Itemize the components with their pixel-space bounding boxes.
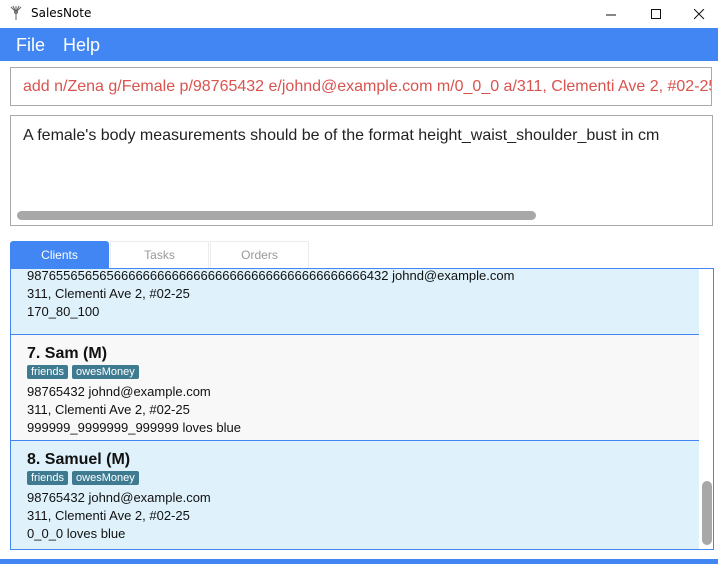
menu-help[interactable]: Help [63,35,100,56]
close-button[interactable] [676,0,718,28]
vertical-scrollbar[interactable] [701,269,713,549]
flower-icon [10,5,22,20]
tab-clients[interactable]: Clients [10,241,109,268]
client-address: 311, Clementi Ave 2, #02-25 [27,286,190,301]
status-bar [0,559,718,564]
title-bar: SalesNote [0,0,718,28]
client-card[interactable]: 8. Samuel (M) friends owesMoney 98765432… [11,441,699,549]
menu-file[interactable]: File [16,35,45,56]
client-address: 311, Clementi Ave 2, #02-25 [27,402,190,417]
vertical-scrollbar-thumb[interactable] [702,481,712,545]
client-card[interactable]: 7. Sam (M) friends owesMoney 98765432 jo… [11,335,699,441]
client-list: 9876556565656666666666666666666666666666… [10,268,714,550]
client-measurements: 170_80_100 [27,304,100,319]
result-text: A female's body measurements should be o… [23,127,660,144]
client-phone-email: 98765432 johnd@example.com [27,490,211,505]
client-tags: friends owesMoney [27,471,139,485]
command-input[interactable]: add n/Zena g/Female p/98765432 e/johnd@e… [10,67,712,106]
menu-bar: File Help [0,28,718,61]
tag-badge: owesMoney [72,471,139,485]
tag-badge: owesMoney [72,365,139,379]
client-measurements: 0_0_0 loves blue [27,526,126,541]
close-icon [693,8,704,19]
tag-badge: friends [27,471,69,485]
command-input-text: add n/Zena g/Female p/98765432 e/johnd@e… [23,78,712,95]
client-phone-email: 9876556565656666666666666666666666666666… [27,268,515,283]
maximize-icon [650,8,661,19]
minimize-button[interactable] [588,0,634,28]
result-display[interactable]: A female's body measurements should be o… [10,115,713,226]
minimize-icon [605,14,616,15]
client-measurements: 999999_9999999_999999 loves blue [27,420,241,435]
tab-orders[interactable]: Orders [210,241,309,268]
tag-badge: friends [27,365,69,379]
window-title: SalesNote [31,6,92,20]
maximize-button[interactable] [633,0,679,28]
client-tags: friends owesMoney [27,365,139,379]
client-phone-email: 98765432 johnd@example.com [27,384,211,399]
client-address: 311, Clementi Ave 2, #02-25 [27,508,190,523]
horizontal-scrollbar[interactable] [17,211,536,220]
client-name: 7. Sam (M) [27,345,108,362]
client-card[interactable]: 9876556565656666666666666666666666666666… [11,268,699,335]
client-name: 8. Samuel (M) [27,451,131,468]
tab-tasks[interactable]: Tasks [110,241,209,268]
